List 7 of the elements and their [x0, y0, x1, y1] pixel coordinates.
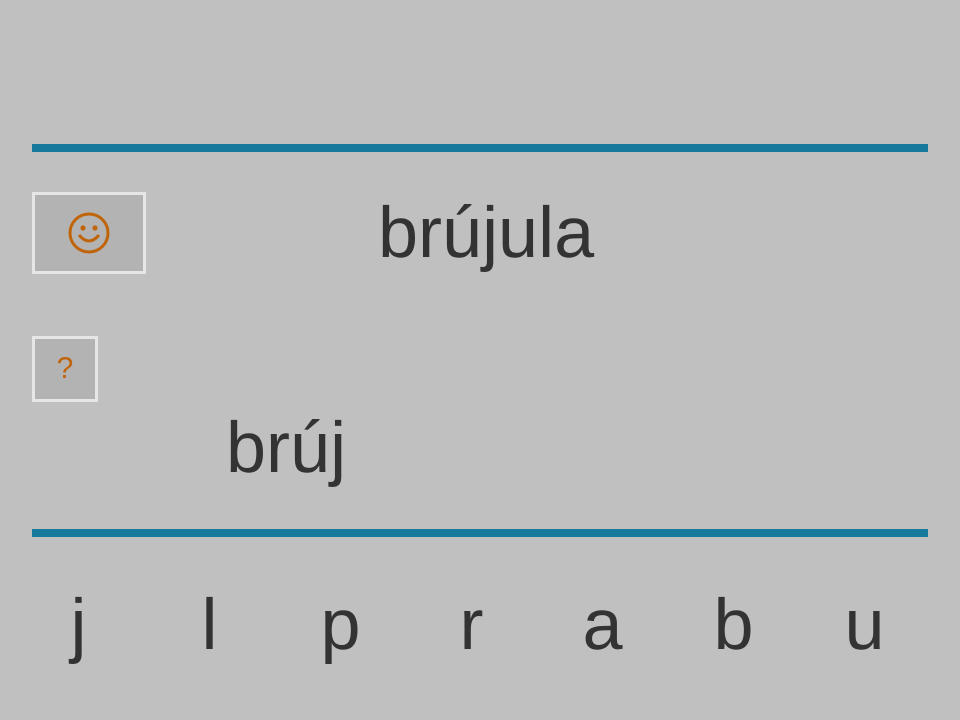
answer-button[interactable] [32, 192, 146, 274]
letter-tile[interactable]: a [582, 589, 623, 661]
letter-tile[interactable]: r [460, 589, 484, 661]
smiley-icon [67, 211, 111, 255]
letter-tile[interactable]: b [713, 589, 754, 661]
letter-tile[interactable]: l [202, 589, 218, 661]
letter-tile[interactable]: u [844, 589, 885, 661]
